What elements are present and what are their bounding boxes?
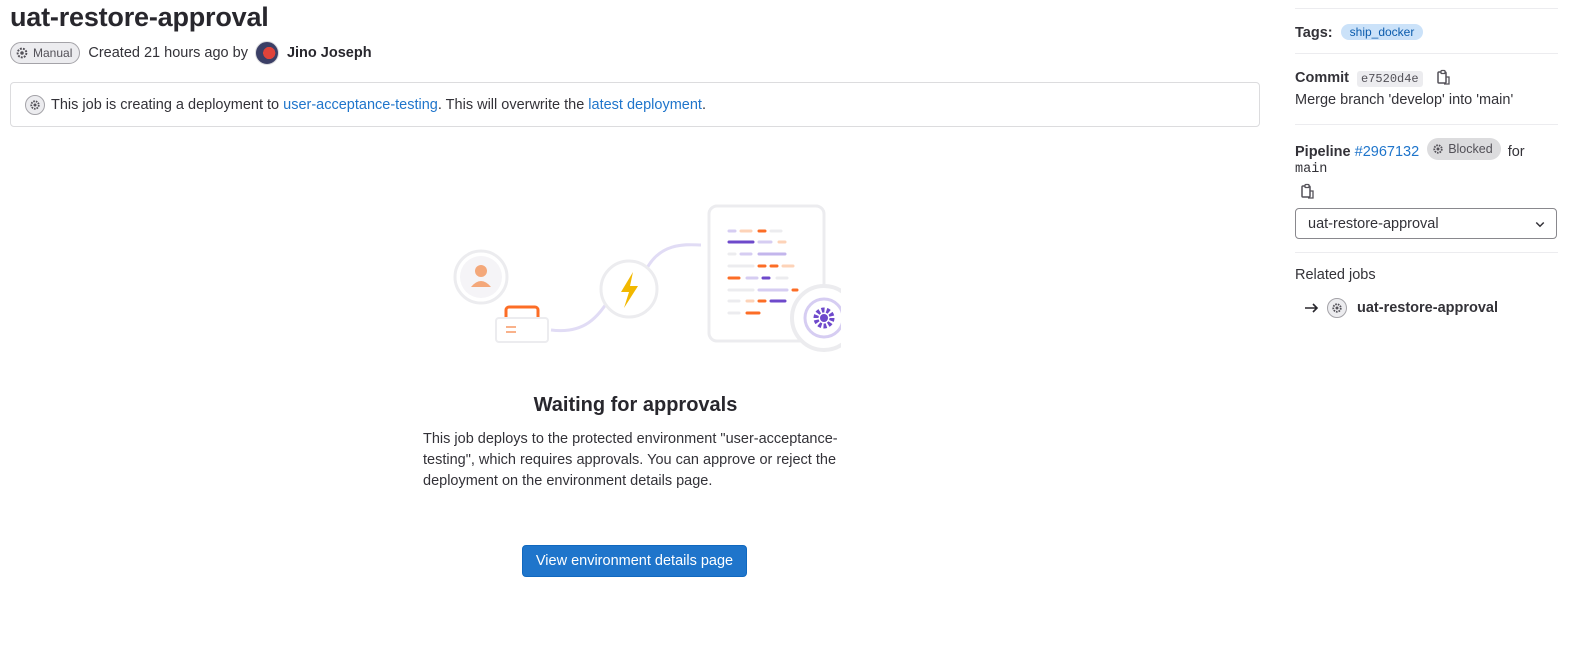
commit-message: Merge branch 'develop' into 'main' (1295, 92, 1514, 108)
empty-state-title: Waiting for approvals (533, 394, 738, 416)
pipeline-label: Pipeline (1295, 144, 1351, 160)
gear-icon (1327, 298, 1347, 318)
alert-prefix: This job is creating a deployment to (51, 96, 280, 113)
status-badge[interactable]: Manual (10, 42, 81, 64)
approval-illustration (453, 204, 841, 352)
chevron-down-icon (1535, 221, 1545, 227)
related-jobs-section: Related jobs uat-restore-approval (1295, 252, 1558, 318)
tags-section: Tags: ship_docker (1295, 8, 1558, 53)
commit-section: Commit e7520d4e Merge branch 'develop' i… (1295, 53, 1558, 124)
latest-deployment-link[interactable]: latest deployment (588, 97, 702, 113)
tag-badge: ship_docker (1340, 24, 1424, 40)
pipeline-id-link[interactable]: #2967132 (1355, 144, 1420, 160)
related-job-item[interactable]: uat-restore-approval (1295, 298, 1558, 318)
status-badge-label: Manual (33, 46, 73, 60)
page-title: uat-restore-approval (10, 2, 269, 32)
tags-label: Tags: (1295, 25, 1333, 41)
alert-middle: . This will overwrite the (437, 96, 585, 113)
pipeline-status-badge[interactable]: Blocked (1427, 138, 1501, 160)
user-icon (453, 249, 509, 305)
empty-state-description: This job deploys to the protected enviro… (423, 431, 838, 489)
gear-icon (790, 284, 841, 352)
copy-icon[interactable] (1435, 69, 1451, 85)
commit-label: Commit (1295, 70, 1349, 86)
stage-dropdown-value: uat-restore-approval (1308, 215, 1439, 232)
avatar[interactable] (254, 41, 279, 65)
commit-sha-link[interactable]: e7520d4e (1357, 71, 1423, 87)
related-jobs-label: Related jobs (1295, 267, 1376, 283)
alert-suffix: . (701, 96, 706, 113)
gear-icon (16, 47, 28, 59)
deployment-alert: This job is creating a deployment to use… (10, 82, 1260, 127)
job-meta: Manual Created 21 hours ago by Jino Jose… (10, 41, 1260, 65)
pipeline-status-label: Blocked (1448, 142, 1493, 156)
for-text: for (1507, 144, 1525, 160)
user-name-link[interactable]: Jino Joseph (287, 45, 372, 61)
related-job-name: uat-restore-approval (1357, 300, 1499, 316)
gear-icon (1433, 144, 1443, 154)
copy-icon[interactable] (1299, 183, 1315, 199)
created-text: Created 21 hours ago by (88, 45, 248, 61)
environment-link[interactable]: user-acceptance-testing (283, 97, 438, 113)
job-sidebar: Tags: ship_docker Commit e7520d4e Merge … (1295, 0, 1558, 318)
arrow-right-icon (1305, 303, 1319, 313)
lightning-icon (599, 259, 659, 319)
gear-icon (25, 94, 45, 115)
job-main: uat-restore-approval Manual Created 21 h… (10, 0, 1260, 127)
pipeline-section: Pipeline #2967132 Blocked for main uat-r… (1295, 124, 1558, 239)
stage-dropdown[interactable]: uat-restore-approval (1295, 208, 1557, 239)
ref-name: main (1295, 162, 1328, 177)
view-environment-details-button[interactable]: View environment details page (522, 545, 747, 577)
